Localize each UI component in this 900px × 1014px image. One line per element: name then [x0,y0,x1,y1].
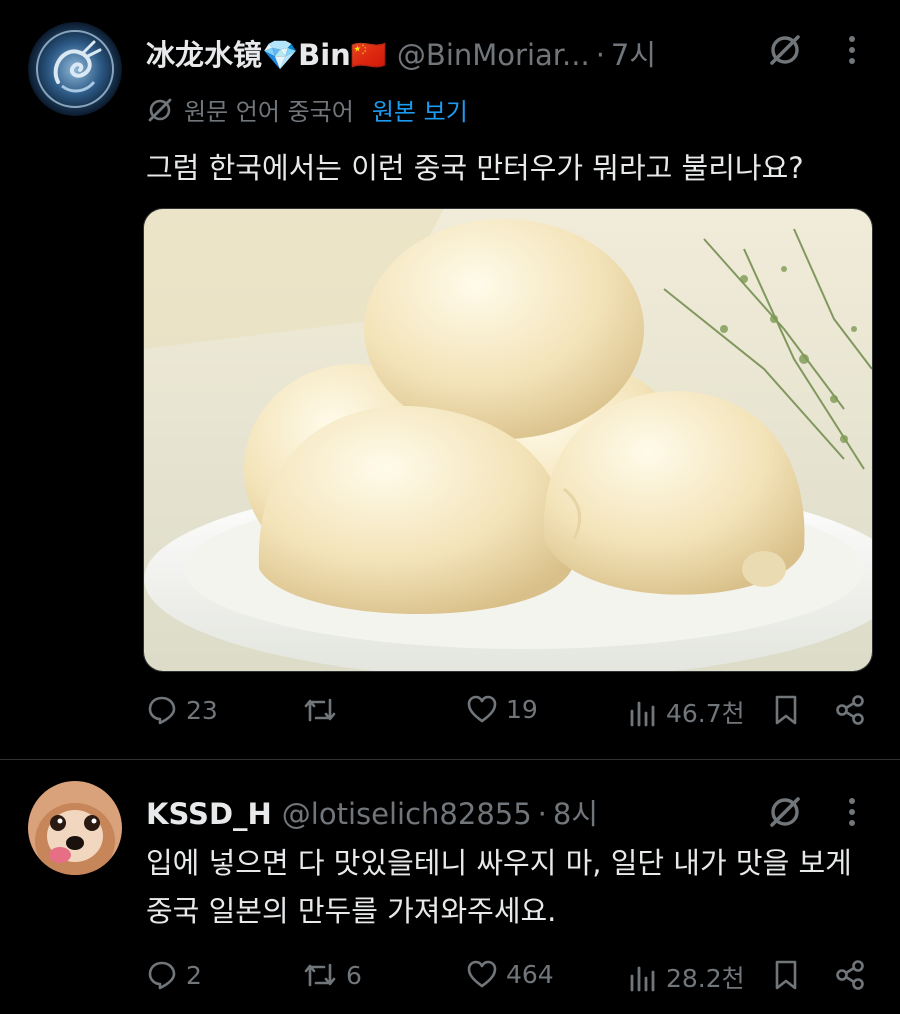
avatar[interactable] [28,22,122,116]
more-icon[interactable] [840,793,864,831]
views-button[interactable]: 28.2천 [628,959,745,995]
translation-row: 원문 언어 중국어 원본 보기 [146,92,468,127]
display-name[interactable]: 冰龙水镜💎Bin🇨🇳 [146,32,387,74]
views-count: 28.2천 [666,964,745,993]
tweet-text: 그럼 한국에서는 이런 중국 만터우가 뭐라고 불리나요? [146,151,804,185]
tweet-media[interactable] [143,208,873,672]
tweet-actions: 2 6 464 28.2천 [0,959,900,999]
views-icon [630,966,655,992]
avatar[interactable] [28,781,122,875]
tweet[interactable]: 冰龙水镜💎Bin🇨🇳 @BinMoriar... · 7시 원문 언어 중국어 … [0,0,900,760]
views-icon [630,701,655,727]
share-icon [836,960,864,990]
share-button[interactable] [834,959,866,991]
translate-icon [148,98,172,121]
bookmark-button[interactable] [772,694,800,726]
bookmark-button[interactable] [772,959,800,991]
tweet-header: 冰龙水镜💎Bin🇨🇳 @BinMoriar... · 7시 [146,32,656,74]
tweet-text: 입에 넣으면 다 맛있을테니 싸우지 마, 일단 내가 맛을 보게 중국 일본의… [146,846,852,928]
repost-count: 6 [346,960,362,990]
more-icon[interactable] [840,31,864,69]
reply-count: 23 [186,695,218,725]
grok-icon[interactable] [766,793,804,831]
like-icon [467,695,497,723]
grok-icon[interactable] [766,31,804,69]
reply-icon [148,961,176,990]
tweet-header: KSSD_H @lotiselich82855 · 8시 [146,791,598,833]
repost-icon [304,963,336,987]
steamed-buns-image [144,209,872,671]
share-icon [836,695,864,725]
bookmark-icon [775,960,797,990]
share-button[interactable] [834,694,866,726]
reply-button[interactable]: 2 [146,959,202,991]
separator: · [537,797,547,831]
timestamp[interactable]: 7시 [611,32,656,74]
repost-icon [304,698,336,722]
like-button[interactable]: 19 [466,694,538,724]
repost-button[interactable] [302,694,346,726]
views-button[interactable]: 46.7천 [628,694,745,730]
tweet[interactable]: KSSD_H @lotiselich82855 · 8시 입에 넣으면 다 맛있… [0,761,900,1014]
tweet-divider [0,759,900,760]
views-count: 46.7천 [666,699,745,728]
like-count: 19 [506,694,538,724]
translation-label: 원문 언어 중국어 [184,98,354,126]
tweet-actions: 23 19 46.7천 [0,694,900,734]
like-button[interactable]: 464 [466,959,554,989]
like-count: 464 [506,959,554,989]
user-handle[interactable]: @lotiselich82855 [282,797,532,831]
timestamp[interactable]: 8시 [553,791,598,833]
repost-button[interactable]: 6 [302,959,362,991]
reply-button[interactable]: 23 [146,694,218,726]
reply-icon [148,696,176,725]
show-original-link[interactable]: 원본 보기 [372,92,468,127]
separator: · [595,38,605,72]
user-handle[interactable]: @BinMoriar... [397,38,590,72]
display-name[interactable]: KSSD_H [146,797,272,831]
reply-count: 2 [186,960,202,990]
bookmark-icon [775,695,797,725]
like-icon [467,960,497,988]
